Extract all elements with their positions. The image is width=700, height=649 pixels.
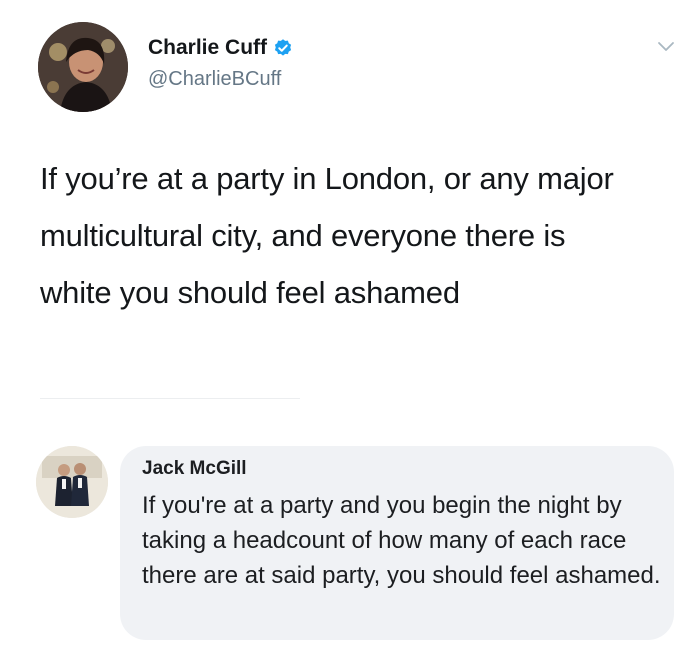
chevron-down-icon[interactable] [654,34,678,58]
reply-comment: Jack McGill If you're at a party and you… [36,446,676,646]
tweet-text: If you’re at a party in London, or any m… [40,161,614,310]
tweet-divider [40,398,300,399]
author-avatar[interactable] [38,22,128,112]
verified-icon [274,39,292,56]
author-name[interactable]: Charlie Cuff [148,36,267,60]
reply-bubble: Jack McGill If you're at a party and you… [120,446,674,640]
tweet-header: Charlie Cuff @CharlieBCuff [38,22,678,112]
author-avatar-image [38,22,128,112]
reply-avatar[interactable] [36,446,108,518]
reply-author-name[interactable]: Jack McGill [142,458,247,480]
author-handle[interactable]: @CharlieBCuff [148,68,281,91]
reply-text: If you're at a party and you begin the n… [142,492,661,589]
reply-avatar-image [36,446,108,518]
author-name-row[interactable]: Charlie Cuff [148,36,293,60]
